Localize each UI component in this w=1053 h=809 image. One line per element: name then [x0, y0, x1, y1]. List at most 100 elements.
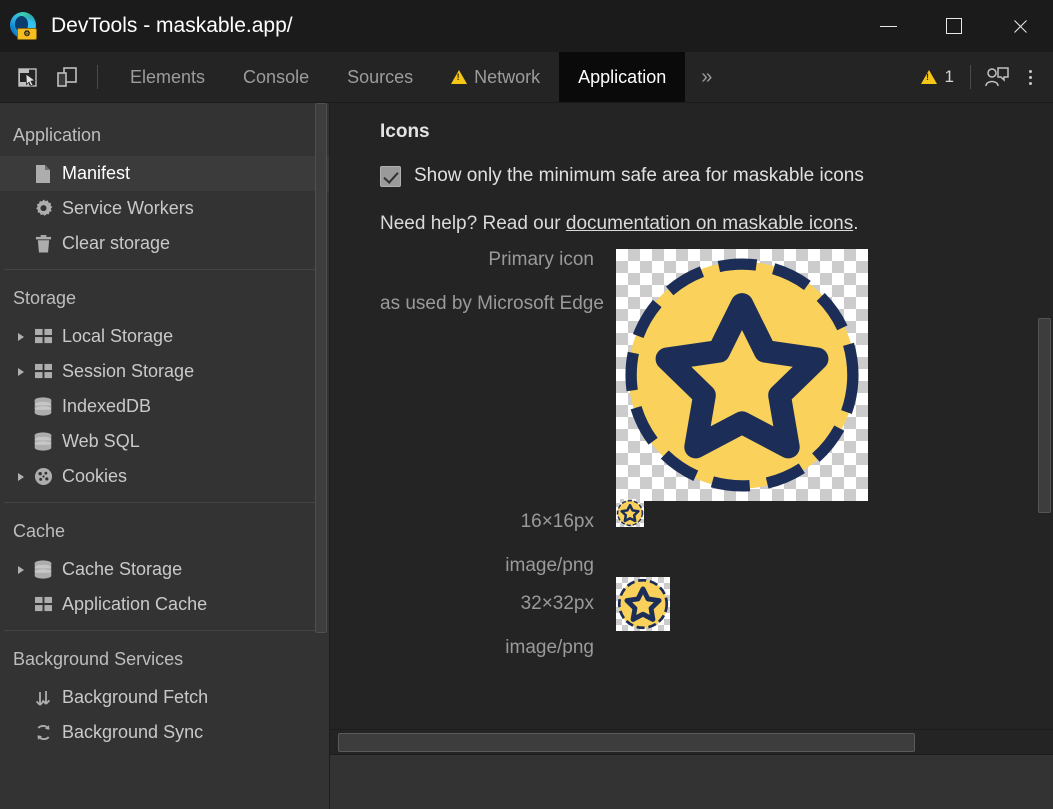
expand-arrow[interactable]	[12, 566, 30, 574]
maximize-button[interactable]	[921, 0, 987, 52]
icon-label-primary: Primary icon	[380, 249, 594, 271]
sidebar-item-label: Session Storage	[62, 361, 194, 382]
sidebar-item-label: Local Storage	[62, 326, 173, 347]
toolbar-divider	[970, 65, 971, 89]
main-vertical-scrollbar[interactable]	[1038, 103, 1051, 729]
icon-row-labels: 16×16px image/png	[380, 511, 616, 577]
sidebar-tree: Application Manifest	[0, 103, 329, 750]
cookie-icon	[30, 467, 56, 486]
icon-row-primary: Primary icon as used by Microsoft Edge	[380, 249, 1053, 501]
devtools-badge: ⚙	[17, 28, 37, 40]
toolbar-divider	[97, 65, 98, 89]
sidebar-item-label: Clear storage	[62, 233, 170, 254]
expand-arrow[interactable]	[12, 368, 30, 376]
sidebar-item-local-storage[interactable]: Local Storage	[0, 319, 329, 354]
expand-arrow[interactable]	[12, 333, 30, 341]
devtools-body: Application Manifest	[0, 103, 1053, 809]
main-scrollbar-thumb[interactable]	[1038, 318, 1051, 513]
sidebar-item-label: Cookies	[62, 466, 127, 487]
sidebar-item-label: Web SQL	[62, 431, 140, 452]
maximize-icon	[946, 18, 962, 34]
minimum-safe-area-checkbox-row[interactable]: Show only the minimum safe area for mask…	[380, 165, 1053, 187]
sidebar-group-title-cache: Cache	[0, 511, 329, 552]
sidebar-item-session-storage[interactable]: Session Storage	[0, 354, 329, 389]
device-toolbar-icon[interactable]	[53, 63, 81, 91]
kebab-menu-icon[interactable]	[1017, 63, 1043, 91]
panel-tabs: Elements Console Sources Network Applica…	[111, 52, 725, 102]
minimize-icon	[880, 26, 897, 27]
window-title: DevTools - maskable.app/	[51, 14, 293, 38]
sidebar-item-background-fetch[interactable]: Background Fetch	[0, 680, 329, 715]
tab-bar-right: 1	[917, 52, 1053, 102]
sidebar-item-label: Background Fetch	[62, 687, 208, 708]
application-sidebar: Application Manifest	[0, 103, 330, 809]
maskable-star-icon	[616, 249, 868, 501]
sidebar-item-indexeddb[interactable]: IndexedDB	[0, 389, 329, 424]
warning-count-badge[interactable]: 1	[917, 67, 958, 87]
sidebar-item-service-workers[interactable]: Service Workers	[0, 191, 329, 226]
document-icon	[30, 164, 56, 184]
sidebar-item-cache-storage[interactable]: Cache Storage	[0, 552, 329, 587]
updown-arrows-icon	[30, 688, 56, 708]
sidebar-item-label: Manifest	[62, 163, 130, 184]
tab-network-label: Network	[474, 67, 540, 88]
icon-sublabel-primary: as used by Microsoft Edge	[380, 293, 594, 315]
feedback-person-icon[interactable]	[983, 63, 1011, 91]
bottom-drawer	[330, 754, 1053, 809]
table-icon	[30, 363, 56, 380]
sidebar-vertical-scrollbar[interactable]	[315, 103, 327, 809]
icon-row-labels: 32×32px image/png	[380, 593, 616, 659]
sidebar-item-manifest[interactable]: Manifest	[0, 156, 329, 191]
main-horizontal-scrollbar-thumb[interactable]	[338, 733, 915, 752]
help-row: Need help? Read our documentation on mas…	[380, 213, 1053, 235]
sidebar-group-title-storage: Storage	[0, 278, 329, 319]
maskable-icons-documentation-link[interactable]: documentation on maskable icons	[566, 213, 853, 234]
close-icon	[1012, 18, 1029, 35]
warning-count-label: 1	[945, 67, 954, 87]
warning-triangle-icon	[921, 70, 937, 84]
tab-application[interactable]: Application	[559, 52, 685, 102]
window-controls	[855, 0, 1053, 52]
sidebar-item-label: IndexedDB	[62, 396, 151, 417]
inspect-element-icon[interactable]	[13, 63, 41, 91]
icon-preview-primary	[616, 249, 868, 501]
minimize-button[interactable]	[855, 0, 921, 52]
database-icon	[30, 397, 56, 416]
help-prefix: Need help? Read our	[380, 213, 566, 234]
devtools-tab-bar: Elements Console Sources Network Applica…	[0, 52, 1053, 103]
database-icon	[30, 432, 56, 451]
tab-console[interactable]: Console	[224, 52, 328, 102]
main-horizontal-scrollbar[interactable]	[330, 729, 1053, 754]
tab-elements[interactable]: Elements	[111, 52, 224, 102]
title-bar-left: ⚙ DevTools - maskable.app/	[0, 11, 855, 41]
manifest-content-scroll: Icons Show only the minimum safe area fo…	[330, 103, 1053, 729]
tab-elements-label: Elements	[130, 67, 205, 88]
sidebar-item-web-sql[interactable]: Web SQL	[0, 424, 329, 459]
more-tabs-button[interactable]: »	[685, 52, 725, 102]
icon-preview-32	[616, 577, 670, 631]
icon-label-32: 32×32px	[380, 593, 594, 615]
tab-sources[interactable]: Sources	[328, 52, 432, 102]
sidebar-item-label: Application Cache	[62, 594, 207, 615]
sidebar-item-application-cache[interactable]: Application Cache	[0, 587, 329, 622]
edge-logo-icon: ⚙	[9, 11, 39, 41]
sidebar-item-clear-storage[interactable]: Clear storage	[0, 226, 329, 261]
close-button[interactable]	[987, 0, 1053, 52]
minimum-safe-area-checkbox[interactable]	[380, 166, 401, 187]
icon-preview-16	[616, 499, 644, 527]
sidebar-divider	[4, 269, 325, 270]
sidebar-scrollbar-thumb[interactable]	[315, 103, 327, 633]
sidebar-item-background-sync[interactable]: Background Sync	[0, 715, 329, 750]
tab-network[interactable]: Network	[432, 52, 559, 102]
sidebar-item-cookies[interactable]: Cookies	[0, 459, 329, 494]
maskable-star-icon	[616, 499, 644, 527]
expand-arrow[interactable]	[12, 473, 30, 481]
sync-icon	[30, 723, 56, 742]
table-icon	[30, 328, 56, 345]
icon-previews: Primary icon as used by Microsoft Edge	[380, 249, 1053, 659]
tab-sources-label: Sources	[347, 67, 413, 88]
title-bar: ⚙ DevTools - maskable.app/	[0, 0, 1053, 52]
manifest-content: Icons Show only the minimum safe area fo…	[330, 103, 1053, 659]
icon-row-labels: Primary icon as used by Microsoft Edge	[380, 249, 616, 315]
warning-triangle-icon	[451, 70, 467, 84]
